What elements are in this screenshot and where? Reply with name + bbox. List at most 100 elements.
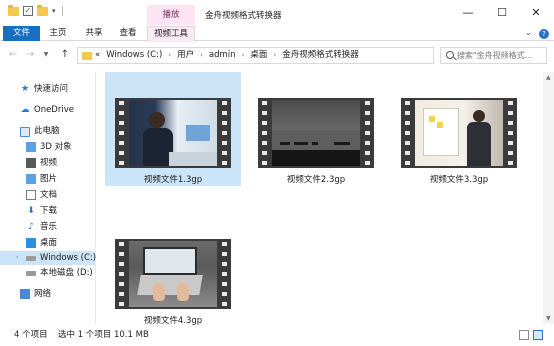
breadcrumb-separator[interactable]: › [242, 48, 245, 63]
sidebar-item-label: 音乐 [40, 222, 58, 232]
selection-size: 10.1 MB [114, 330, 149, 340]
navigation-bar: ← → ▼ ↑ « Windows (C:) › 用户 › admin › 桌面… [0, 45, 554, 67]
music-folder-icon: ♪ [28, 222, 34, 232]
sidebar-item-pictures[interactable]: 图片 [0, 172, 95, 186]
back-button[interactable]: ← [7, 49, 19, 61]
computer-icon [20, 127, 30, 137]
breadcrumb: « Windows (C:) › 用户 › admin › 桌面 › 金舟视频格… [95, 48, 359, 63]
sidebar-item-onedrive[interactable]: ☁ OneDrive [0, 103, 95, 117]
ribbon-tab-bar: 文件 主页 共享 查看 视频工具 ⌄ ? [0, 26, 554, 42]
divider [61, 6, 63, 16]
minimize-button[interactable]: — [451, 0, 485, 26]
file-tile[interactable]: 视频文件2.3gp [248, 72, 384, 186]
video-thumbnail [401, 98, 517, 168]
expand-icon[interactable]: › [16, 251, 18, 265]
selection-count: 选中 1 个项目 [58, 330, 112, 340]
title-bar: ✓ ▾ 播放 金舟视频格式转换器 — ☐ ✕ [0, 0, 554, 26]
network-icon [20, 289, 30, 299]
file-tile[interactable]: 视频文件4.3gp [105, 213, 241, 327]
3d-objects-icon [26, 142, 36, 152]
tab-file[interactable]: 文件 [3, 26, 40, 41]
search-icon [446, 51, 454, 59]
video-thumbnail [258, 98, 374, 168]
sidebar-item-3d-objects[interactable]: 3D 对象 [0, 140, 95, 154]
folder-icon [8, 4, 19, 16]
up-button[interactable]: ↑ [59, 49, 71, 61]
sidebar-item-label: 3D 对象 [40, 142, 72, 152]
navigation-pane: ★ 快速访问 ☁ OneDrive 此电脑 3D 对象 视频 图片 文档 ⬇ 下… [0, 72, 96, 324]
breadcrumb-item[interactable]: Windows (C:) [106, 48, 162, 63]
tab-video-tools[interactable]: 视频工具 [147, 26, 195, 42]
desktop-folder-icon [26, 238, 36, 248]
sidebar-item-music[interactable]: ♪ 音乐 [0, 220, 95, 234]
tab-share[interactable]: 共享 [81, 26, 107, 41]
sidebar-item-quick-access[interactable]: ★ 快速访问 [0, 82, 95, 96]
sidebar-item-label: 文档 [40, 190, 58, 200]
new-folder-icon[interactable] [37, 4, 48, 16]
sidebar-item-label: 桌面 [40, 238, 58, 248]
tab-home[interactable]: 主页 [45, 26, 71, 41]
window-title: 金舟视频格式转换器 [205, 11, 282, 21]
close-button[interactable]: ✕ [519, 0, 553, 26]
sidebar-item-label: 快速访问 [34, 84, 69, 94]
star-icon: ★ [20, 84, 30, 94]
sidebar-item-videos[interactable]: 视频 [0, 156, 95, 170]
customize-toolbar-icon[interactable]: ▾ [52, 7, 56, 15]
breadcrumb-separator[interactable]: › [273, 48, 276, 63]
help-icon[interactable]: ? [539, 29, 549, 39]
sidebar-item-local-disk-d[interactable]: 本地磁盘 (D:) [0, 266, 95, 280]
search-input[interactable]: 搜索"金舟视频格式... [440, 47, 547, 64]
system-drive-icon [26, 256, 36, 261]
quick-access-toolbar: ✓ ▾ [8, 4, 63, 16]
sidebar-item-windows-c[interactable]: › Windows (C:) [0, 251, 97, 265]
sidebar-item-label: OneDrive [34, 105, 74, 115]
large-icons-view-icon[interactable] [533, 330, 543, 340]
vertical-scrollbar[interactable]: ▲ ▼ [543, 72, 554, 324]
ribbon-collapse-icon[interactable]: ⌄ [525, 28, 532, 37]
sidebar-item-label: 下载 [40, 206, 58, 216]
sidebar-item-this-pc[interactable]: 此电脑 [0, 124, 95, 138]
recent-locations-button[interactable]: ▼ [40, 49, 52, 61]
sidebar-item-desktop[interactable]: 桌面 [0, 236, 95, 250]
cloud-icon: ☁ [20, 105, 30, 115]
details-view-icon[interactable] [519, 330, 529, 340]
scroll-up-icon[interactable]: ▲ [546, 74, 551, 81]
breadcrumb-separator[interactable]: › [200, 48, 203, 63]
status-bar: 4 个项目 选中 1 个项目 10.1 MB [0, 324, 554, 346]
breadcrumb-item[interactable]: 桌面 [250, 48, 267, 63]
file-tile[interactable]: 视频文件1.3gp [105, 72, 241, 186]
file-list: 视频文件1.3gp 视频文件2.3gp 视频文件3.3gp 视频文件4.3gp [97, 72, 543, 327]
maximize-button[interactable]: ☐ [485, 0, 519, 26]
search-placeholder: 搜索"金舟视频格式... [457, 51, 533, 60]
video-thumbnail [115, 239, 231, 309]
local-disk-icon [26, 271, 36, 276]
pictures-folder-icon [26, 174, 36, 184]
sidebar-item-label: 视频 [40, 158, 58, 168]
properties-icon[interactable]: ✓ [23, 6, 33, 16]
forward-button[interactable]: → [24, 49, 36, 61]
breadcrumb-item[interactable]: 用户 [177, 48, 194, 63]
videos-folder-icon [26, 158, 36, 168]
scroll-down-icon[interactable]: ▼ [546, 315, 551, 322]
breadcrumb-item[interactable]: admin [209, 48, 236, 63]
item-count: 4 个项目 [14, 330, 48, 340]
sidebar-item-label: 图片 [40, 174, 58, 184]
file-name: 视频文件2.3gp [286, 175, 346, 185]
file-name: 视频文件3.3gp [429, 175, 489, 185]
sidebar-item-label: 本地磁盘 (D:) [40, 268, 93, 278]
sidebar-item-label: Windows (C:) [40, 253, 97, 263]
breadcrumb-item[interactable]: 金舟视频格式转换器 [282, 48, 359, 63]
sidebar-item-network[interactable]: 网络 [0, 287, 95, 301]
file-name: 视频文件1.3gp [143, 175, 203, 185]
context-tab-group-label: 播放 [147, 5, 195, 25]
downloads-folder-icon: ⬇ [27, 206, 35, 216]
sidebar-item-label: 此电脑 [34, 126, 60, 136]
breadcrumb-overflow[interactable]: « [95, 48, 100, 63]
breadcrumb-separator[interactable]: › [168, 48, 171, 63]
sidebar-item-downloads[interactable]: ⬇ 下载 [0, 204, 95, 218]
file-tile[interactable]: 视频文件3.3gp [391, 72, 527, 186]
sidebar-item-documents[interactable]: 文档 [0, 188, 95, 202]
sidebar-item-label: 网络 [34, 289, 52, 299]
tab-view[interactable]: 查看 [115, 26, 141, 41]
address-bar[interactable]: « Windows (C:) › 用户 › admin › 桌面 › 金舟视频格… [77, 47, 510, 64]
